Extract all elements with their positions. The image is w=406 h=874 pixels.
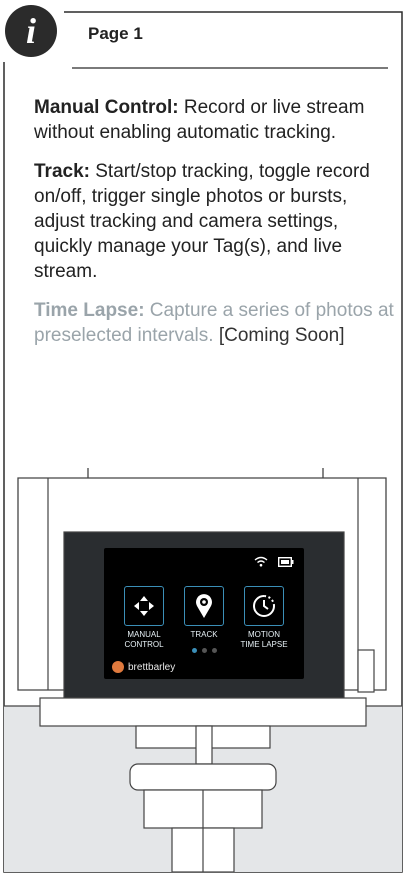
- time-lapse-icon: [244, 586, 284, 626]
- menu-motion-time-lapse[interactable]: MOTION TIME LAPSE: [236, 586, 292, 650]
- page-dot[interactable]: [201, 648, 207, 653]
- menu-label-line1: TRACK: [190, 630, 218, 639]
- user-profile[interactable]: brettbarley: [112, 661, 175, 673]
- menu-track[interactable]: TRACK: [176, 586, 232, 650]
- battery-icon: [278, 556, 294, 567]
- username: brettbarley: [128, 661, 176, 673]
- menu-manual-control[interactable]: MANUAL CONTROL: [116, 586, 172, 650]
- camera-device-illustration: [4, 468, 402, 873]
- menu-label-line1: MANUAL: [127, 630, 161, 639]
- device-screen: MANUAL CONTROL TRACK MOTION TIME LAPSE b…: [104, 548, 304, 679]
- page-dot[interactable]: [191, 648, 197, 653]
- status-bar: [254, 556, 294, 567]
- menu-label-line1: MOTION: [248, 630, 280, 639]
- manual-control-icon: [124, 586, 164, 626]
- track-icon: [184, 586, 224, 626]
- page-indicator: [104, 648, 304, 653]
- page-dot[interactable]: [211, 648, 217, 653]
- avatar: [112, 661, 124, 673]
- mode-menu: MANUAL CONTROL TRACK MOTION TIME LAPSE: [116, 586, 292, 650]
- wifi-icon: [254, 556, 268, 567]
